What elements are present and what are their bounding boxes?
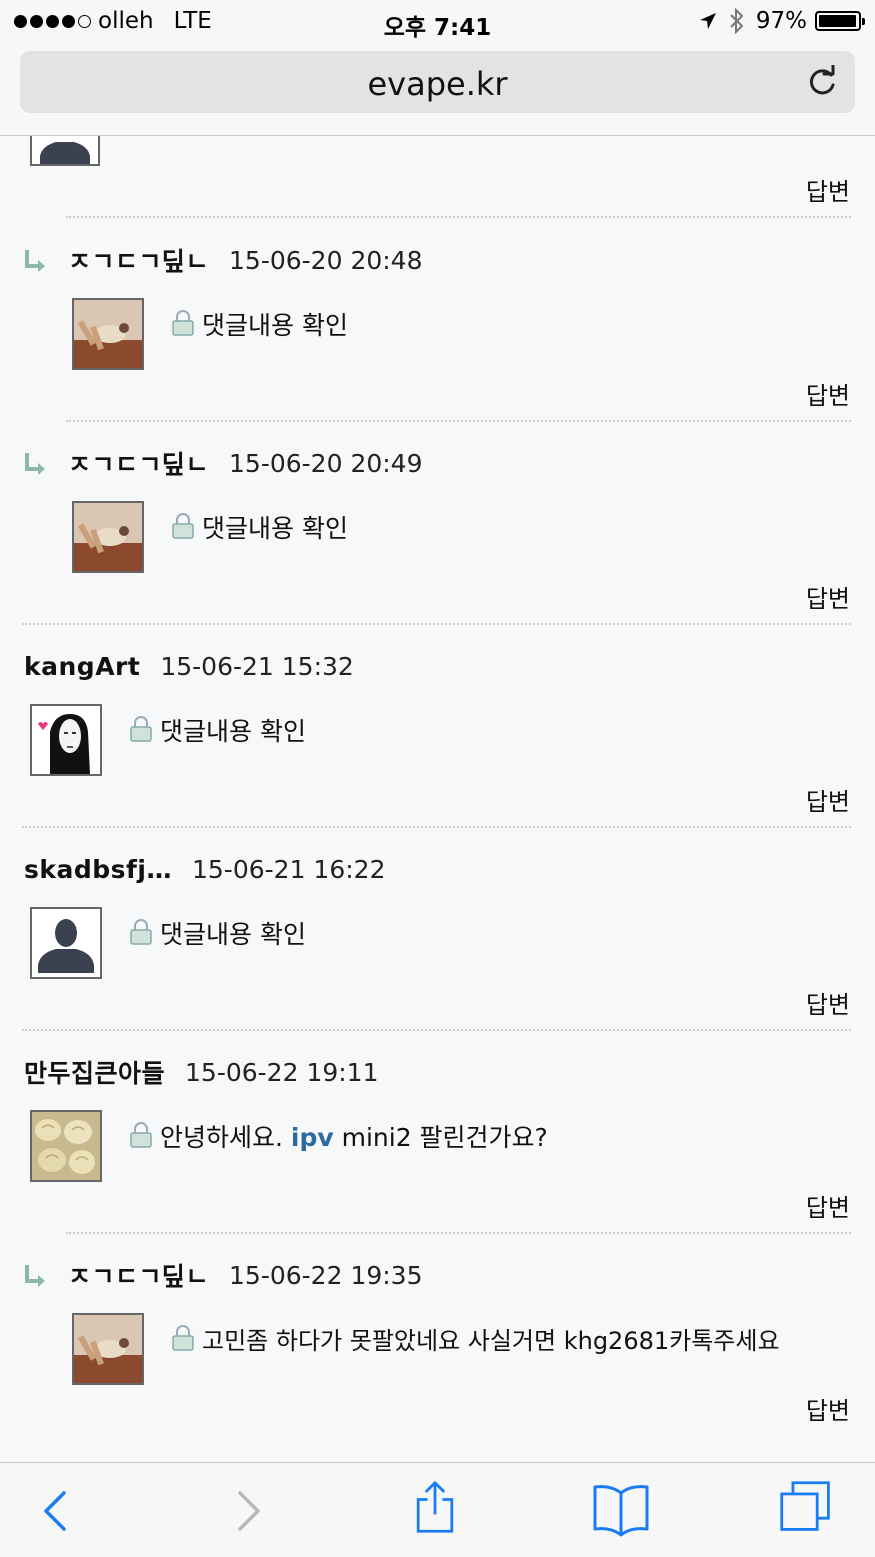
reply-link[interactable]: 답변: [806, 782, 850, 817]
book-icon[interactable]: [591, 1481, 651, 1537]
dumpling-photo-icon: [32, 1112, 100, 1180]
person-photo-icon: [74, 300, 142, 368]
comment-date: 15-06-21 15:32: [160, 651, 354, 681]
lock-icon: [172, 513, 194, 539]
divider: [66, 420, 851, 422]
reply-arrow-icon: [25, 1265, 45, 1287]
reply-link[interactable]: 답변: [806, 579, 850, 614]
address-bar[interactable]: evape.kr: [20, 51, 855, 113]
lock-icon: [130, 1122, 152, 1148]
comment-text[interactable]: 댓글내용 확인: [160, 915, 306, 951]
location-arrow-icon: [699, 13, 716, 29]
lock-icon: [130, 716, 152, 742]
lock-icon: [172, 310, 194, 336]
comment-date: 15-06-20 20:48: [229, 245, 423, 275]
comment-author[interactable]: kangArt: [24, 652, 140, 681]
comment-text-start: 안녕하세요.: [160, 1123, 291, 1152]
avatar[interactable]: [72, 1313, 144, 1385]
comment-author[interactable]: ㅈㄱㄷㄱ딮ㄴ: [68, 1257, 209, 1293]
comment-date: 15-06-22 19:11: [185, 1057, 379, 1087]
default-silhouette-icon: [32, 909, 100, 977]
lock-icon: [130, 919, 152, 945]
avatar[interactable]: [30, 1110, 102, 1182]
comment-text-end: mini2 팔린건가요?: [333, 1123, 548, 1152]
battery-percent: 97%: [755, 8, 807, 34]
divider: [22, 623, 851, 625]
avatar[interactable]: [30, 907, 102, 979]
chevron-right-icon[interactable]: [218, 1483, 278, 1539]
avatar: [30, 136, 100, 166]
comment-author[interactable]: skadbsfj…: [24, 855, 172, 884]
avatar[interactable]: [30, 704, 102, 776]
divider: [66, 216, 851, 218]
comment-text[interactable]: 댓글내용 확인: [160, 712, 306, 748]
avatar[interactable]: [72, 298, 144, 370]
status-right: 97%: [698, 8, 865, 34]
reload-icon[interactable]: [805, 65, 839, 99]
divider: [66, 1232, 851, 1234]
reply-link[interactable]: 답변: [806, 1391, 850, 1426]
person-photo-icon: [74, 1315, 142, 1383]
tabs-icon[interactable]: [776, 1479, 836, 1535]
comment-author[interactable]: ㅈㄱㄷㄱ딮ㄴ: [68, 242, 209, 278]
reply-link[interactable]: 답변: [806, 376, 850, 411]
reply-link[interactable]: 답변: [806, 1188, 850, 1223]
divider: [22, 1029, 851, 1031]
comment-date: 15-06-20 20:49: [229, 448, 423, 478]
comment-author[interactable]: 만두집큰아들: [24, 1054, 165, 1090]
browser-address-area: evape.kr: [0, 44, 875, 136]
reply-arrow-icon: [25, 453, 45, 475]
reply-link[interactable]: 답변: [806, 985, 850, 1020]
share-icon[interactable]: [405, 1479, 465, 1535]
browser-toolbar: [0, 1462, 875, 1557]
comment-date: 15-06-22 19:35: [229, 1260, 423, 1290]
comment-date: 15-06-21 16:22: [192, 854, 386, 884]
reply-link[interactable]: 답변: [806, 172, 850, 207]
avatar[interactable]: [72, 501, 144, 573]
battery-icon: [815, 11, 865, 31]
url-text[interactable]: evape.kr: [20, 65, 855, 103]
status-bar: olleh LTE 오후 7:41 97%: [0, 0, 875, 44]
comment-keyword-link[interactable]: ipv: [291, 1123, 334, 1152]
comment-list: 답변 ㅈㄱㄷㄱ딮ㄴ 15-06-20 20:48 댓글내용 확인 답변 ㅈㄱㄷㄱ…: [0, 136, 875, 1456]
comment-text[interactable]: 안녕하세요. ipv mini2 팔린건가요?: [160, 1118, 548, 1154]
bluetooth-icon: [730, 8, 744, 34]
chevron-left-icon[interactable]: [26, 1483, 86, 1539]
comment-text[interactable]: 댓글내용 확인: [202, 306, 348, 342]
no-face-character-icon: [32, 706, 100, 774]
battery-fill: [819, 15, 856, 27]
reply-arrow-icon: [25, 250, 45, 272]
default-silhouette-icon: [32, 136, 98, 164]
lock-icon: [172, 1325, 194, 1351]
comment-text[interactable]: 고민좀 하다가 못팔았네요 사실거면 khg2681카톡주세요: [202, 1321, 780, 1356]
comment-author[interactable]: ㅈㄱㄷㄱ딮ㄴ: [68, 445, 209, 481]
divider: [22, 826, 851, 828]
person-photo-icon: [74, 503, 142, 571]
comment-text[interactable]: 댓글내용 확인: [202, 509, 348, 545]
